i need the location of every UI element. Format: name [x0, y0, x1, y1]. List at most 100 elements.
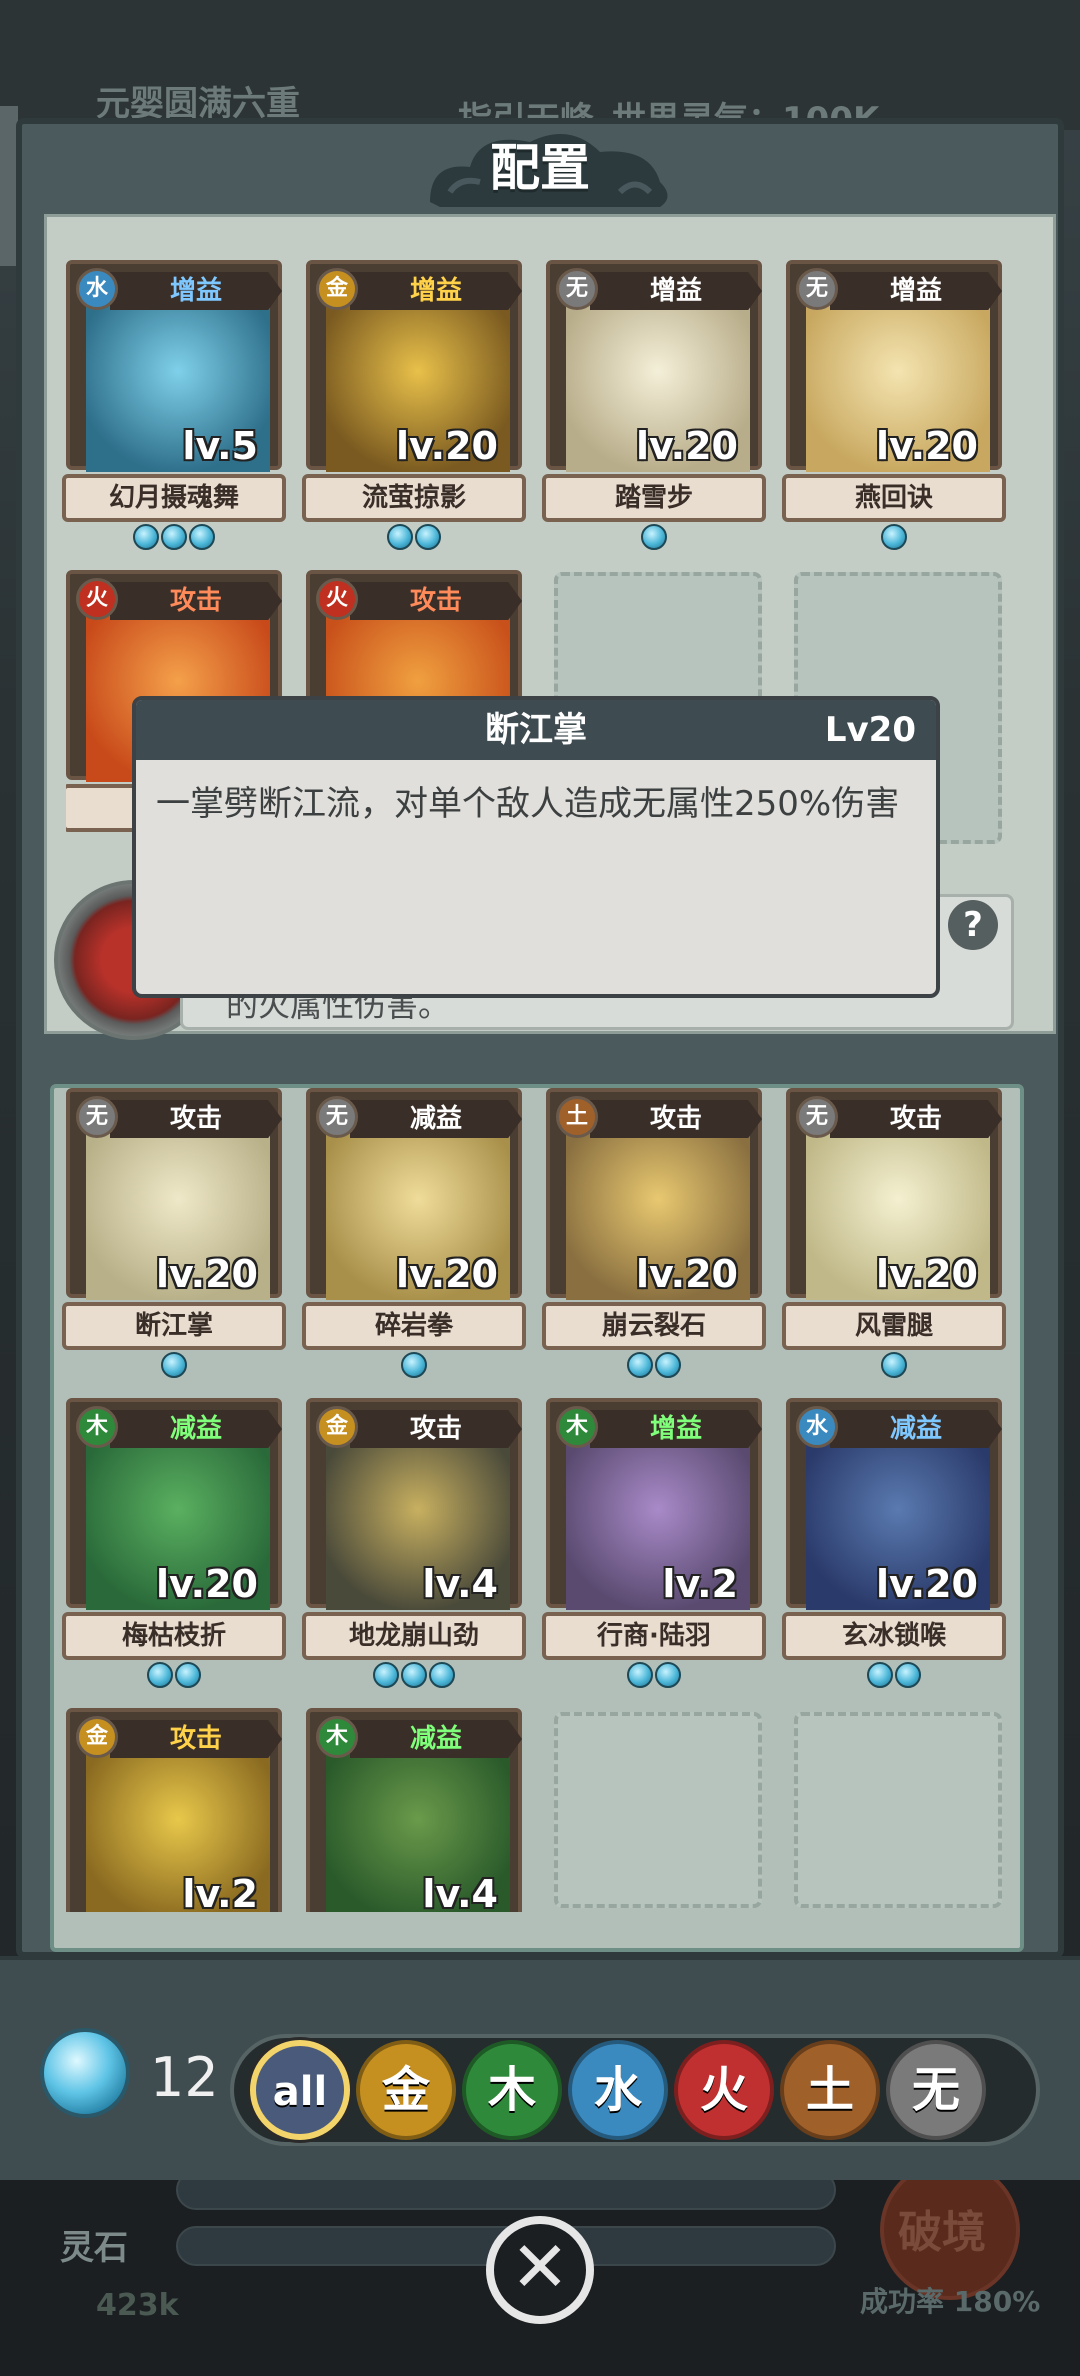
- element-icon: 土: [556, 1096, 598, 1138]
- filter-element-button[interactable]: 无: [886, 2040, 986, 2140]
- filter-element-button[interactable]: 木: [462, 2040, 562, 2140]
- skill-type-tag: 增益: [350, 272, 522, 310]
- gem-icon: [627, 1662, 653, 1688]
- skill-level: lv.20: [155, 1562, 258, 1606]
- filter-element-button[interactable]: 水: [568, 2040, 668, 2140]
- element-icon: 木: [556, 1406, 598, 1448]
- skill-level: lv.5: [182, 424, 258, 468]
- skill-name: 燕回诀: [782, 474, 1006, 522]
- skill-type-tag: 攻击: [350, 582, 522, 620]
- card-frame: 攻击金 lv.2: [66, 1708, 282, 1912]
- skill-level: lv.20: [875, 1252, 978, 1296]
- skill-name: 梅枯枝折: [62, 1612, 286, 1660]
- gem-cost: [546, 524, 762, 552]
- skill-level: lv.2: [662, 1562, 738, 1606]
- element-icon: 木: [76, 1406, 118, 1448]
- bg-spirit-stone-label: 灵石: [60, 2228, 128, 2268]
- bg-success-rate: 成功率 180%: [860, 2285, 1041, 2318]
- element-icon: 无: [796, 268, 838, 310]
- element-icon: 火: [316, 578, 358, 620]
- skill-card[interactable]: 攻击无 lv.20 断江掌: [62, 1088, 286, 1378]
- filter-element-button[interactable]: 金: [356, 2040, 456, 2140]
- gem-cost: [306, 524, 522, 552]
- gem-icon: [189, 524, 215, 550]
- skill-type-tag: 攻击: [110, 1100, 282, 1138]
- gem-icon: [881, 1352, 907, 1378]
- gem-icon: [429, 1662, 455, 1688]
- spirit-gem-icon: [40, 2028, 130, 2118]
- gem-cost: [66, 524, 282, 552]
- skill-level: lv.4: [422, 1562, 498, 1606]
- skill-name: 地龙崩山劲: [302, 1612, 526, 1660]
- gem-icon: [401, 1352, 427, 1378]
- skill-level: lv.20: [155, 1252, 258, 1296]
- skill-type-tag: 攻击: [110, 1720, 282, 1758]
- gem-cost: [786, 1352, 1002, 1380]
- card-frame: 减益水 lv.20: [786, 1398, 1002, 1610]
- filter-all-button[interactable]: all: [250, 2040, 350, 2140]
- card-frame: 增益水 lv.5: [66, 260, 282, 472]
- skill-card[interactable]: 增益金 lv.20 流萤掠影: [302, 260, 526, 550]
- element-icon: 水: [796, 1406, 838, 1448]
- skill-type-tag: 减益: [350, 1100, 522, 1138]
- skill-card[interactable]: 增益木 lv.2 行商·陆羽: [542, 1398, 766, 1688]
- gem-icon: [133, 524, 159, 550]
- skill-level: lv.20: [635, 424, 738, 468]
- empty-slot[interactable]: [794, 1712, 1002, 1908]
- skill-level: lv.20: [395, 424, 498, 468]
- empty-slot[interactable]: [554, 1712, 762, 1908]
- panel-title: 配置: [490, 139, 590, 197]
- card-frame: 攻击无 lv.20: [786, 1088, 1002, 1300]
- bg-spirit-stone-amount: 423k: [96, 2288, 179, 2323]
- help-icon[interactable]: ?: [948, 900, 998, 950]
- card-frame: 增益木 lv.2: [546, 1398, 762, 1610]
- gem-icon: [401, 1662, 427, 1688]
- gem-count: 12: [150, 2046, 219, 2109]
- gem-icon: [881, 524, 907, 550]
- skill-card[interactable]: 增益无 lv.20 燕回诀: [782, 260, 1006, 550]
- gem-icon: [387, 524, 413, 550]
- filter-element-button[interactable]: 火: [674, 2040, 774, 2140]
- card-frame: 减益无 lv.20: [306, 1088, 522, 1300]
- tooltip-title: 断江掌: [485, 710, 587, 750]
- skill-name: 幻月摄魂舞: [62, 474, 286, 522]
- bg-breakthrough-label: 破境: [898, 2207, 986, 2258]
- skill-name: 行商·陆羽: [542, 1612, 766, 1660]
- skill-card[interactable]: 增益水 lv.5 幻月摄魂舞: [62, 260, 286, 550]
- skill-card[interactable]: 减益无 lv.20 碎岩拳: [302, 1088, 526, 1378]
- skill-type-tag: 攻击: [110, 582, 282, 620]
- skill-name: 流萤掠影: [302, 474, 526, 522]
- gem-icon: [147, 1662, 173, 1688]
- skill-level: lv.4: [422, 1872, 498, 1912]
- gem-icon: [627, 1352, 653, 1378]
- card-frame: 减益木 lv.4: [306, 1708, 522, 1912]
- card-frame: 攻击土 lv.20: [546, 1088, 762, 1300]
- skill-card[interactable]: 增益无 lv.20 踏雪步: [542, 260, 766, 550]
- skill-type-tag: 减益: [830, 1410, 1002, 1448]
- tooltip-description: 一掌劈断江流，对单个敌人造成无属性250%伤害: [156, 784, 900, 824]
- element-icon: 金: [316, 1406, 358, 1448]
- skill-card[interactable]: 减益木 lv.20 梅枯枝折: [62, 1398, 286, 1688]
- skill-card[interactable]: 攻击无 lv.20 风雷腿: [782, 1088, 1006, 1378]
- skill-level: lv.20: [875, 424, 978, 468]
- skill-card[interactable]: 减益木 lv.4: [306, 1708, 522, 1912]
- gem-cost: [786, 1662, 1002, 1690]
- skill-type-tag: 攻击: [350, 1410, 522, 1448]
- skill-card[interactable]: 攻击金 lv.4 地龙崩山劲: [302, 1398, 526, 1688]
- gem-icon: [373, 1662, 399, 1688]
- card-frame: 攻击金 lv.4: [306, 1398, 522, 1610]
- skill-type-tag: 增益: [830, 272, 1002, 310]
- card-frame: 增益金 lv.20: [306, 260, 522, 472]
- element-icon: 无: [76, 1096, 118, 1138]
- skill-card[interactable]: 攻击土 lv.20 崩云裂石: [542, 1088, 766, 1378]
- element-icon: 无: [316, 1096, 358, 1138]
- element-icon: 火: [76, 578, 118, 620]
- card-frame: 减益木 lv.20: [66, 1398, 282, 1610]
- skill-card[interactable]: 减益水 lv.20 玄冰锁喉: [782, 1398, 1006, 1688]
- filter-element-button[interactable]: 土: [780, 2040, 880, 2140]
- skill-card[interactable]: 攻击金 lv.2: [66, 1708, 282, 1912]
- close-button[interactable]: ✕: [486, 2216, 594, 2324]
- skill-type-tag: 减益: [110, 1410, 282, 1448]
- skill-name: 碎岩拳: [302, 1302, 526, 1350]
- element-icon: 木: [316, 1716, 358, 1758]
